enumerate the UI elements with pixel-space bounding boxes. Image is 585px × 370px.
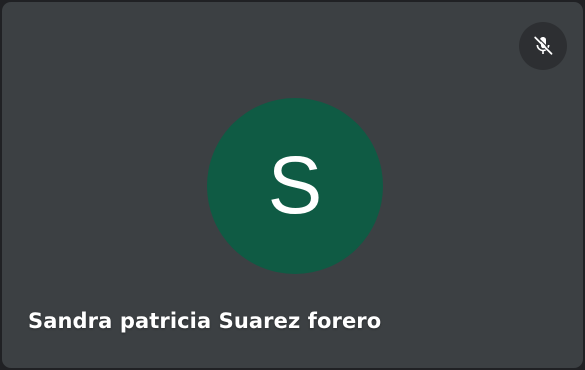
participant-tile[interactable]: S Sandra patricia Suarez forero [2,2,583,368]
participant-name: Sandra patricia Suarez forero [28,309,382,333]
avatar: S [207,98,383,274]
mute-indicator [519,22,567,70]
avatar-initial: S [267,140,323,231]
mic-off-icon [534,36,553,55]
